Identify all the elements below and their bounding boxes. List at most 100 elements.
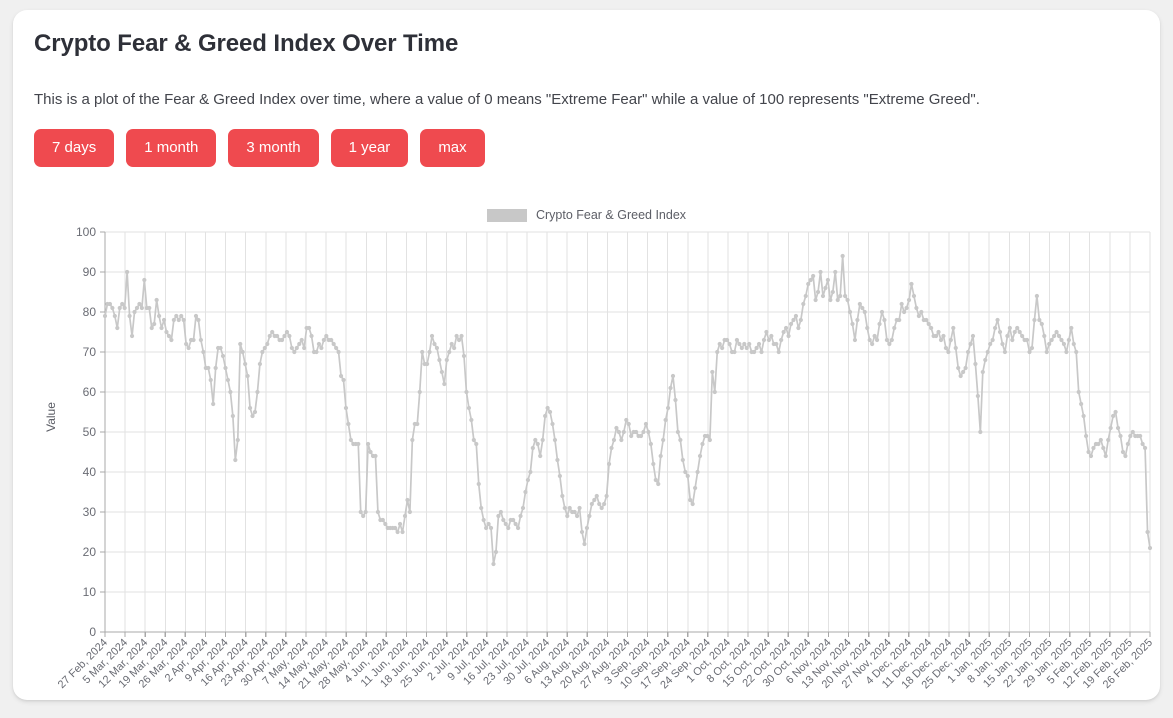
series-data-point[interactable] (255, 389, 260, 395)
series-data-point[interactable] (454, 333, 459, 339)
series-data-point[interactable] (916, 313, 921, 319)
series-data-point[interactable] (820, 293, 826, 299)
series-data-point[interactable] (712, 389, 717, 395)
series-data-point[interactable] (299, 337, 304, 343)
series-data-point[interactable] (1098, 437, 1103, 443)
series-data-point[interactable] (439, 369, 444, 375)
series-data-point[interactable] (506, 525, 511, 531)
series-data-point[interactable] (211, 401, 216, 407)
series-data-point[interactable] (1020, 333, 1025, 339)
series-data-point[interactable] (292, 349, 297, 355)
series-data-point[interactable] (1047, 341, 1052, 347)
series-data-point[interactable] (543, 413, 548, 419)
series-data-point[interactable] (732, 349, 737, 355)
series-data-point[interactable] (690, 501, 695, 507)
series-data-point[interactable] (479, 505, 484, 511)
series-data-point[interactable] (752, 349, 757, 355)
series-data-point[interactable] (191, 337, 196, 343)
series-data-point[interactable] (1113, 409, 1118, 415)
series-data-point[interactable] (1096, 441, 1101, 447)
series-data-point[interactable] (577, 505, 582, 511)
series-data-point[interactable] (267, 333, 272, 339)
series-data-point[interactable] (1052, 333, 1057, 339)
series-data-point[interactable] (1079, 401, 1084, 407)
series-data-point[interactable] (358, 509, 363, 515)
series-data-point[interactable] (557, 473, 562, 479)
series-data-point[interactable] (948, 337, 953, 343)
series-data-point[interactable] (747, 341, 752, 347)
series-data-point[interactable] (670, 373, 676, 379)
series-data-point[interactable] (235, 437, 240, 443)
series-data-point[interactable] (383, 521, 388, 527)
series-data-point[interactable] (980, 369, 985, 375)
series-data-point[interactable] (638, 433, 644, 439)
series-data-point[interactable] (693, 485, 698, 491)
series-data-point[interactable] (786, 333, 791, 339)
series-data-point[interactable] (874, 337, 880, 343)
series-data-point[interactable] (611, 437, 617, 443)
series-data-point[interactable] (616, 429, 621, 435)
series-data-point[interactable] (1012, 329, 1017, 335)
series-data-point[interactable] (997, 329, 1003, 335)
series-data-point[interactable] (992, 325, 998, 331)
series-data-point[interactable] (597, 501, 602, 507)
series-data-point[interactable] (828, 297, 833, 303)
series-data-point[interactable] (240, 349, 245, 355)
series-data-point[interactable] (176, 317, 181, 323)
series-data-point[interactable] (926, 321, 931, 327)
series-data-point[interactable] (491, 561, 496, 567)
series-data-point[interactable] (756, 341, 762, 347)
series-data-point[interactable] (619, 437, 624, 443)
line-chart-plot[interactable]: 010203040506070809010027 Feb, 20245 Mar,… (13, 195, 1160, 700)
series-data-point[interactable] (737, 341, 742, 347)
series-data-point[interactable] (243, 361, 248, 367)
series-data-point[interactable] (193, 313, 199, 319)
series-data-point[interactable] (540, 437, 545, 443)
series-data-point[interactable] (341, 377, 346, 383)
series-data-point[interactable] (503, 521, 508, 527)
series-data-point[interactable] (1054, 329, 1059, 335)
series-data-point[interactable] (594, 493, 599, 499)
series-data-point[interactable] (988, 341, 993, 347)
series-data-point[interactable] (983, 357, 988, 363)
series-data-point[interactable] (1032, 317, 1037, 323)
series-data-point[interactable] (294, 345, 299, 351)
series-data-point[interactable] (717, 341, 722, 347)
series-data-point[interactable] (943, 345, 949, 351)
series-data-point[interactable] (107, 301, 113, 307)
series-data-point[interactable] (397, 521, 403, 527)
series-data-point[interactable] (1037, 317, 1042, 323)
series-data-point[interactable] (675, 429, 681, 435)
series-data-point[interactable] (882, 317, 887, 323)
series-data-point[interactable] (978, 429, 983, 435)
series-data-point[interactable] (545, 405, 550, 411)
series-data-point[interactable] (572, 509, 577, 515)
series-data-point[interactable] (567, 505, 572, 511)
series-data-point[interactable] (179, 313, 184, 319)
series-data-point[interactable] (1010, 337, 1015, 343)
series-data-point[interactable] (1118, 433, 1123, 439)
series-data-point[interactable] (1101, 445, 1106, 451)
series-data-point[interactable] (870, 341, 875, 347)
series-data-point[interactable] (1069, 325, 1074, 331)
series-data-point[interactable] (621, 429, 626, 435)
series-data-point[interactable] (346, 421, 351, 427)
series-data-point[interactable] (1027, 349, 1032, 355)
series-data-point[interactable] (843, 293, 848, 299)
series-data-point[interactable] (1039, 321, 1044, 327)
series-data-point[interactable] (582, 541, 587, 547)
series-data-point[interactable] (801, 301, 806, 307)
series-data-point[interactable] (941, 333, 946, 339)
series-data-point[interactable] (1108, 425, 1113, 431)
series-data-point[interactable] (552, 437, 558, 443)
series-data-point[interactable] (1115, 425, 1121, 431)
series-data-point[interactable] (164, 329, 169, 335)
series-data-point[interactable] (688, 497, 693, 503)
series-data-point[interactable] (604, 493, 609, 499)
series-data-point[interactable] (1005, 333, 1010, 339)
series-data-point[interactable] (887, 341, 892, 347)
range-button-max[interactable]: max (420, 129, 485, 167)
series-data-point[interactable] (656, 481, 661, 487)
series-data-point[interactable] (678, 437, 683, 443)
series-data-point[interactable] (238, 341, 243, 347)
